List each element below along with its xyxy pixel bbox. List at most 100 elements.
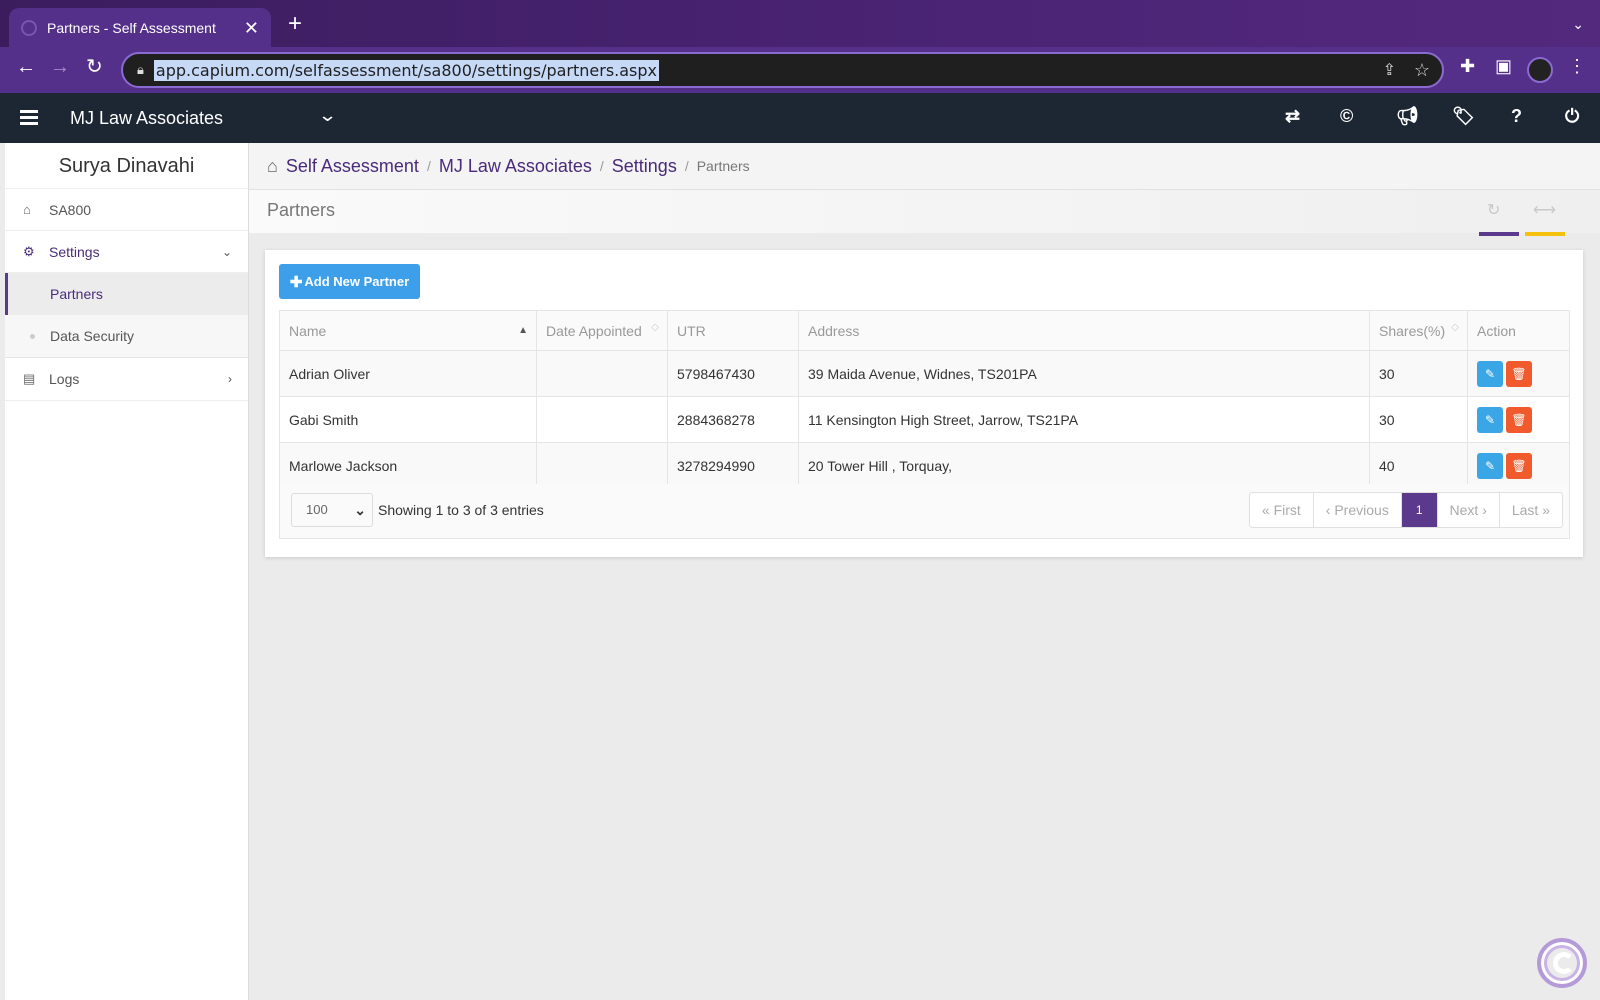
capium-chat-icon[interactable] (1537, 938, 1587, 988)
browser-menu-icon[interactable]: ⋮ (1568, 57, 1586, 75)
chevron-right-icon: › (228, 372, 232, 386)
edit-icon[interactable]: ✎ (1477, 406, 1503, 433)
last-page-button[interactable]: Last » (1500, 493, 1562, 527)
app-header: MJ Law Associates ⌄ ⇄ © 📢︎ 🏷︎ ? ⏻ (0, 93, 1600, 143)
cell-shares: 30 (1369, 396, 1468, 443)
browser-toolbar: ← → ↻ 🔒︎ app.capium.com/selfassessment/s… (0, 47, 1600, 93)
home-icon[interactable]: ⌂ (267, 156, 278, 177)
sidebar-item-sa800[interactable]: ⌂ SA800 (5, 189, 248, 231)
column-header-name[interactable]: Name ▲ (279, 310, 537, 351)
sidebar-item-label: Logs (49, 371, 80, 387)
tab-search-icon[interactable]: ⌄ (1572, 16, 1584, 33)
table-row: Gabi Smith 2884368278 11 Kensington High… (279, 396, 1570, 443)
cell-name: Adrian Oliver (279, 350, 537, 397)
cell-utr: 3278294990 (667, 442, 799, 489)
delete-icon[interactable]: 🗑︎ (1506, 406, 1532, 433)
profile-avatar[interactable] (1527, 57, 1553, 83)
column-header-action: Action (1467, 310, 1570, 351)
reload-icon[interactable]: ↻ (86, 57, 103, 77)
cell-name: Marlowe Jackson (279, 442, 537, 489)
table-row: Marlowe Jackson 3278294990 20 Tower Hill… (279, 442, 1570, 489)
chevron-down-icon[interactable]: ⌄ (318, 105, 338, 126)
help-icon[interactable]: ? (1511, 106, 1522, 127)
table-footer: 100 ⌄ Showing 1 to 3 of 3 entries « Firs… (279, 484, 1570, 539)
page-header: Partners ↻ ⟷ (249, 189, 1600, 236)
breadcrumb: ⌂ Self Assessment / MJ Law Associates / … (249, 143, 1600, 189)
user-name: Surya Dinavahi (5, 143, 248, 189)
breadcrumb-settings[interactable]: Settings (612, 156, 677, 177)
forward-icon[interactable]: → (50, 57, 70, 77)
add-new-partner-button[interactable]: ✚ Add New Partner (279, 264, 420, 299)
plus-icon: ✚ (289, 273, 303, 291)
home-icon: ⌂ (23, 202, 31, 217)
page-size-select[interactable]: 100 ⌄ (291, 493, 373, 527)
sidebar-item-label: Data Security (50, 328, 135, 344)
tab-title: Partners - Self Assessment (47, 19, 216, 36)
sidebar-item-settings[interactable]: ⚙ Settings ⌄ (5, 231, 248, 273)
partners-card: ✚ Add New Partner Name ▲ Date Appointed ◇ … (265, 250, 1583, 557)
announcement-icon[interactable]: 📢︎ (1396, 106, 1419, 127)
breadcrumb-separator: / (599, 158, 604, 174)
switch-icon[interactable]: ⇄ (1285, 106, 1300, 127)
cell-address: 20 Tower Hill , Torquay, (798, 442, 1370, 489)
breadcrumb-separator: / (426, 158, 431, 174)
breadcrumb-self-assessment[interactable]: Self Assessment (286, 156, 419, 177)
edit-icon[interactable]: ✎ (1477, 452, 1503, 479)
new-tab-icon[interactable]: + (288, 12, 302, 36)
delete-icon[interactable]: 🗑︎ (1506, 452, 1532, 479)
previous-page-button[interactable]: ‹ Previous (1314, 493, 1402, 527)
column-header-shares[interactable]: Shares(%) ◇ (1369, 310, 1468, 351)
partners-table: Name ▲ Date Appointed ◇ UTR Address Shares… (279, 310, 1570, 489)
url-text[interactable]: app.capium.com/selfassessment/sa800/sett… (153, 59, 660, 81)
cell-address: 39 Maida Avenue, Widnes, TS201PA (798, 350, 1370, 397)
expand-underline (1525, 232, 1565, 236)
cell-shares: 40 (1369, 442, 1468, 489)
entries-info: Showing 1 to 3 of 3 entries (378, 502, 544, 518)
sidebar-item-label: SA800 (49, 201, 92, 218)
practice-name[interactable]: MJ Law Associates (70, 108, 223, 129)
extensions-icon[interactable]: ✚ (1460, 57, 1475, 75)
refresh-icon[interactable]: ↻ (1487, 200, 1500, 220)
close-tab-icon[interactable]: ✕ (244, 19, 259, 37)
share-icon[interactable]: ⇪ (1383, 60, 1396, 80)
cell-utr: 2884368278 (667, 396, 799, 443)
lock-icon: 🔒︎ (137, 62, 144, 77)
edit-icon[interactable]: ✎ (1477, 360, 1503, 387)
capium-favicon-icon (21, 19, 37, 36)
browser-tab-bar: Partners - Self Assessment ✕ + ⌄ (0, 0, 1600, 47)
current-page-button[interactable]: 1 (1401, 493, 1438, 527)
sidebar-item-partners[interactable]: Partners (5, 273, 248, 315)
power-icon[interactable]: ⏻ (1565, 106, 1579, 127)
delete-icon[interactable]: 🗑︎ (1506, 360, 1532, 387)
breadcrumb-practice[interactable]: MJ Law Associates (439, 156, 592, 177)
back-icon[interactable]: ← (16, 57, 36, 77)
ticket-icon[interactable]: 🏷︎ (1452, 106, 1475, 127)
sidebar-item-label: Partners (50, 286, 103, 302)
first-page-button[interactable]: « First (1250, 493, 1314, 527)
cell-date (536, 350, 668, 397)
column-header-utr: UTR (667, 310, 799, 351)
refresh-underline (1479, 232, 1519, 236)
bookmark-star-icon[interactable]: ☆ (1414, 60, 1430, 81)
add-button-label: Add New Partner (304, 274, 410, 289)
address-bar[interactable]: 🔒︎ app.capium.com/selfassessment/sa800/s… (121, 52, 1444, 88)
sidebar-item-logs[interactable]: ▤ Logs › (5, 357, 248, 401)
expand-icon[interactable]: ⟷ (1533, 200, 1556, 220)
breadcrumb-separator: / (684, 158, 689, 174)
side-panel-icon[interactable]: ▣ (1495, 57, 1512, 75)
pagination: « First ‹ Previous 1 Next › Last » (1248, 492, 1563, 528)
hamburger-menu-icon[interactable] (20, 110, 38, 125)
page-size-value: 100 (306, 502, 328, 517)
cell-action: ✎ 🗑︎ (1467, 350, 1570, 397)
capium-icon[interactable]: © (1340, 106, 1353, 127)
sort-icon: ◇ (651, 322, 659, 333)
browser-tab[interactable]: Partners - Self Assessment ✕ (9, 8, 271, 47)
cell-address: 11 Kensington High Street, Jarrow, TS21P… (798, 396, 1370, 443)
file-icon: ▤ (23, 371, 36, 386)
cell-date (536, 396, 668, 443)
cell-date (536, 442, 668, 489)
sidebar-item-data-security[interactable]: Data Security (5, 315, 248, 357)
next-page-button[interactable]: Next › (1438, 493, 1500, 527)
bullet-dot (30, 333, 35, 339)
column-header-date-appointed[interactable]: Date Appointed ◇ (536, 310, 668, 351)
